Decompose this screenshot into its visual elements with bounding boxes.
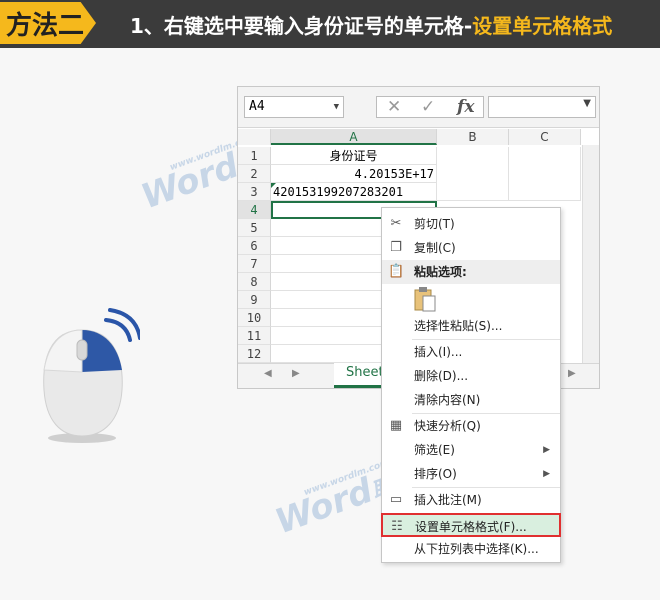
cell-a1[interactable]: 身份证号 xyxy=(271,147,437,165)
method-tag-label: 方法二 xyxy=(6,10,85,41)
context-menu: ✂ 剪切(T) ❐ 复制(C) 📋 粘贴选项: 选择性粘贴(S)... 插入(I… xyxy=(381,207,561,563)
submenu-arrow-icon: ▶ xyxy=(543,445,550,455)
menu-item-label: 快速分析(Q) xyxy=(414,419,481,433)
menu-header-paste-options: 📋 粘贴选项: xyxy=(382,260,560,284)
formula-buttons: ✕ ✓ fx xyxy=(376,96,484,118)
grid-cell[interactable] xyxy=(509,147,581,201)
column-header-a[interactable]: A xyxy=(271,129,437,145)
method-tag: 方法二 xyxy=(0,2,96,44)
step-title: 1、右键选中要输入身份证号的单元格-设置单元格格式 xyxy=(130,10,612,39)
chevron-down-icon: ▼ xyxy=(583,98,591,109)
copy-icon: ❐ xyxy=(390,240,402,255)
cell-a3[interactable]: 420153199207283201 xyxy=(271,183,437,201)
cancel-icon[interactable]: ✕ xyxy=(387,97,401,117)
paste-clipboard-icon[interactable] xyxy=(414,286,436,312)
row-header[interactable]: 12 xyxy=(238,345,271,363)
menu-item-paste-special[interactable]: 选择性粘贴(S)... xyxy=(382,314,560,338)
menu-item-label: 排序(O) xyxy=(414,467,457,481)
mouse-right-click-icon xyxy=(43,308,140,443)
menu-item-label: 清除内容(N) xyxy=(414,393,481,407)
menu-item-label: 复制(C) xyxy=(414,241,456,255)
menu-item-filter[interactable]: 筛选(E) ▶ xyxy=(382,438,560,462)
row-header[interactable]: 10 xyxy=(238,309,271,327)
menu-item-copy[interactable]: ❐ 复制(C) xyxy=(382,236,560,260)
step-prefix: 1、右键选中要输入身份证号的单元格- xyxy=(130,14,473,38)
menu-item-label: 粘贴选项: xyxy=(414,265,467,279)
menu-item-cut[interactable]: ✂ 剪切(T) xyxy=(382,212,560,236)
select-all-corner[interactable] xyxy=(238,129,271,145)
column-header-c[interactable]: C xyxy=(509,129,581,145)
chevron-down-icon: ▼ xyxy=(333,102,339,112)
menu-item-label: 设置单元格格式(F)... xyxy=(415,520,527,534)
menu-item-sort[interactable]: 排序(O) ▶ xyxy=(382,462,560,486)
enter-icon[interactable]: ✓ xyxy=(421,97,435,117)
row-header[interactable]: 3 xyxy=(238,183,271,201)
cell-a2[interactable]: 4.20153E+17 xyxy=(271,165,437,183)
quick-analysis-icon: ▦ xyxy=(389,418,403,433)
menu-item-label: 选择性粘贴(S)... xyxy=(414,319,503,333)
name-box[interactable]: A4 ▼ xyxy=(244,96,344,118)
tab-prev-icon[interactable]: ◀ xyxy=(264,368,272,379)
menu-item-label: 删除(D)... xyxy=(414,369,469,383)
paste-icon: 📋 xyxy=(388,264,405,279)
row-header[interactable]: 2 xyxy=(238,165,271,183)
scroll-right-icon[interactable]: ▶ xyxy=(568,368,576,379)
comment-icon: ▭ xyxy=(389,492,403,507)
formula-bar: A4 ▼ ✕ ✓ fx ▼ xyxy=(238,87,599,128)
menu-item-label: 插入批注(M) xyxy=(414,493,482,507)
grid-cell[interactable] xyxy=(437,147,509,201)
scissors-icon: ✂ xyxy=(390,216,402,231)
menu-item-pick-from-list[interactable]: 从下拉列表中选择(K)... xyxy=(382,537,560,561)
menu-item-insert-comment[interactable]: ▭ 插入批注(M) xyxy=(382,488,560,512)
menu-item-insert[interactable]: 插入(I)... xyxy=(382,340,560,364)
menu-item-label: 剪切(T) xyxy=(414,217,455,231)
row-header[interactable]: 9 xyxy=(238,291,271,309)
row-header[interactable]: 4 xyxy=(238,201,271,219)
menu-item-label: 插入(I)... xyxy=(414,345,463,359)
vertical-scrollbar[interactable] xyxy=(582,145,599,365)
tab-next-icon[interactable]: ▶ xyxy=(292,368,300,379)
step-highlight: 设置单元格格式 xyxy=(472,14,613,38)
row-header[interactable]: 7 xyxy=(238,255,271,273)
row-header[interactable]: 1 xyxy=(238,147,271,165)
menu-item-format-cells[interactable]: ☷ 设置单元格格式(F)... xyxy=(381,513,561,537)
formula-input[interactable]: ▼ xyxy=(488,96,596,118)
format-cells-icon: ☷ xyxy=(391,519,403,534)
cell-a3-value: 420153199207283201 xyxy=(273,185,404,199)
submenu-arrow-icon: ▶ xyxy=(543,469,550,479)
row-header[interactable]: 5 xyxy=(238,219,271,237)
menu-item-label: 筛选(E) xyxy=(414,443,455,457)
row-header[interactable]: 11 xyxy=(238,327,271,345)
column-header-b[interactable]: B xyxy=(437,129,509,145)
menu-item-quick-analysis[interactable]: ▦ 快速分析(Q) xyxy=(382,414,560,438)
title-banner: 方法二 1、右键选中要输入身份证号的单元格-设置单元格格式 xyxy=(0,0,660,48)
row-header[interactable]: 8 xyxy=(238,273,271,291)
menu-item-delete[interactable]: 删除(D)... xyxy=(382,364,560,388)
name-box-value: A4 xyxy=(249,99,265,114)
menu-item-label: 从下拉列表中选择(K)... xyxy=(414,542,539,556)
insert-function-icon[interactable]: fx xyxy=(457,97,474,117)
menu-item-clear-contents[interactable]: 清除内容(N) xyxy=(382,388,560,412)
error-indicator-icon xyxy=(271,183,276,188)
row-header[interactable]: 6 xyxy=(238,237,271,255)
